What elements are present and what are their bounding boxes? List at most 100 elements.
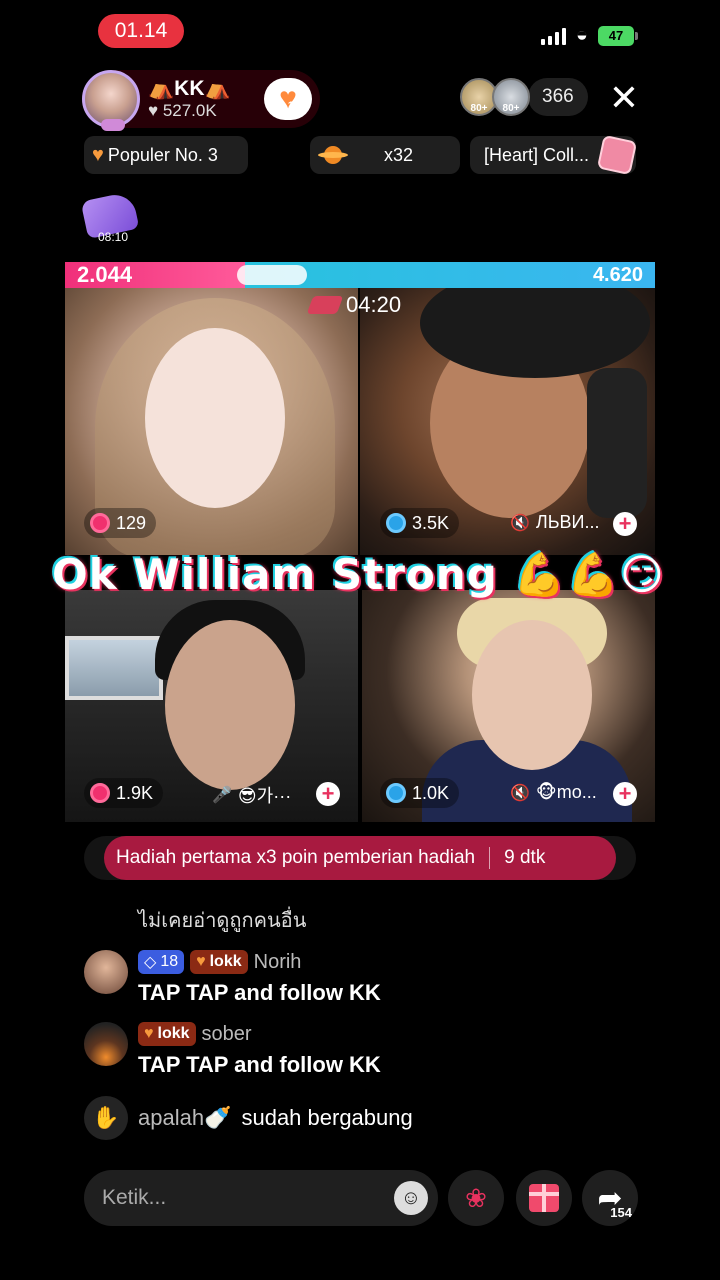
video-face [165,620,295,790]
avatar-frame-icon [101,119,125,131]
banner-text: Hadiah pertama x3 poin pemberian hadiah [116,847,476,868]
tile-3-score: 1.9K [84,778,164,808]
tile-score-value: 129 [116,512,147,533]
signal-icon [540,27,566,45]
join-username[interactable]: apalah🍼 [138,1105,231,1131]
chat-header: ♥ lokk sober [138,1022,381,1046]
gift-button[interactable] [516,1170,572,1226]
treasure-timer-text: 08:10 [98,230,129,244]
video-face [472,620,592,770]
tile-1-score: 129 [84,508,157,538]
mute-icon: 🔇 [510,514,530,532]
wave-icon[interactable]: ✋ [84,1096,128,1140]
viewer-avatar[interactable]: 80+ [492,78,530,116]
chat-header: ◇ 18 ♥ lokk Norih [138,950,381,974]
fan-badge: ♥ lokk [190,950,248,974]
tile-score-value: 1.9K [116,782,154,803]
comment-placeholder: Ketik... [102,1186,167,1209]
multiplier-chip[interactable]: x32 [310,136,460,174]
chat-text: TAP TAP and follow KK [138,980,381,1005]
mute-icon: 🔇 [510,784,530,802]
host-profile[interactable]: ⛺️KK⛺️ ♥ 527.0K ♥ 15 [82,70,320,131]
collection-chip[interactable]: [Heart] Coll... [470,134,638,176]
tile-3-name[interactable]: 🎤 😎가··· [212,782,291,808]
wifi-icon: ◒ [575,24,588,46]
rose-icon: ❀ [465,1182,487,1213]
chat-username[interactable]: sober [202,1023,252,1046]
alarm-icon [90,513,110,533]
heart-icon: ♥ [144,1025,154,1042]
follow-guest-4-button[interactable]: + [613,782,637,806]
tile-2-score: 3.5K [380,508,460,538]
follow-count: 15 [287,100,300,112]
status-icons: ◒ 47 [540,24,638,47]
diamond-icon: ◇ [144,954,157,971]
banner-countdown: 9 dtk [504,847,546,868]
gift-box-icon [596,134,638,176]
treasure-timer[interactable]: 08:10 [80,191,140,246]
tile-2-name[interactable]: 🔇 ЛЬВИ... [510,512,600,533]
join-notice: ✋ apalah🍼 sudah bergabung [84,1096,413,1140]
follow-guest-3-button[interactable]: + [316,782,340,806]
video-microphone [587,368,647,518]
top-viewers[interactable]: 80+ 80+ 366 [460,78,588,116]
battery-icon: 47 [598,25,638,46]
emoji-icon[interactable]: ☺ [394,1181,428,1215]
chat-avatar[interactable] [84,950,128,994]
host-avatar[interactable] [82,70,140,131]
status-time: 01.14 [98,14,184,48]
battery-level: 47 [608,28,624,43]
chat-text: TAP TAP and follow KK [138,1052,381,1077]
viewer-badge: 80+ [470,103,488,114]
popular-rank-chip[interactable]: ♥ Populer No. 3 [84,136,248,174]
planet-icon [318,144,348,166]
alarm-icon [90,783,110,803]
close-button[interactable]: ✕ [606,80,642,116]
follow-guest-2-button[interactable]: + [613,512,637,536]
fan-badge-text: lokk [209,953,242,970]
battle-timer-text: 04:20 [346,292,402,317]
alarm-icon [386,783,406,803]
chat-avatar[interactable] [84,1022,128,1066]
tile-4-name[interactable]: 🔇 🐵mo... [510,782,597,803]
follow-button[interactable]: ♥ 15 [264,78,312,120]
chat-message[interactable]: ◇ 18 ♥ lokk Norih TAP TAP and follow KK [84,950,381,1006]
multiplier-label: x32 [384,144,414,165]
join-text: sudah bergabung [241,1105,413,1130]
banner-divider [489,847,491,869]
share-count: 154 [610,1205,632,1220]
tile-4-score: 1.0K [380,778,460,808]
tile-score-value: 1.0K [412,782,450,803]
host-likes: ♥ 527.0K [148,101,217,120]
chat-body: ◇ 18 ♥ lokk Norih TAP TAP and follow KK [138,950,381,1006]
chat-username[interactable]: Norih [254,951,302,974]
collection-label: [Heart] Coll... [484,144,590,165]
chat-body: ♥ lokk sober TAP TAP and follow KK [138,1022,381,1078]
tile-score-value: 3.5K [412,512,450,533]
host-name: ⛺️KK⛺️ [148,77,231,100]
battle-score-left: 2.044 [77,262,133,287]
level-value: 18 [160,953,179,970]
tile-name-text: ЛЬВИ... [535,512,600,532]
viewer-badge: 80+ [502,103,520,114]
host-info: ⛺️KK⛺️ ♥ 527.0K [148,77,231,121]
tile-name-text: 🐵mo... [535,782,597,802]
viewer-count[interactable]: 366 [528,78,588,116]
level-badge: ◇ 18 [138,950,185,974]
heart-icon: ♥ [92,143,104,166]
gift-bonus-banner[interactable]: Hadiah pertama x3 poin pemberian hadiah … [104,836,616,880]
share-button[interactable]: ➦ 154 [582,1170,638,1226]
gift-icon [529,1184,559,1212]
chat-message[interactable]: ♥ lokk sober TAP TAP and follow KK [84,1022,381,1078]
boxing-gloves-icon [306,296,344,314]
video-face [145,328,285,508]
battle-score-bar: 2.044 4.620 [65,262,655,288]
fan-badge: ♥ lokk [138,1022,196,1046]
chat-line: ไม่เคยอ่าดูถูกคนอื่น [138,908,307,932]
overlay-caption: Ok William Strong 💪💪😏 [52,550,665,599]
comment-input[interactable]: Ketik... ☺ [84,1170,438,1226]
alarm-icon [386,513,406,533]
video-window [65,636,163,700]
rose-gift-button[interactable]: ❀ [448,1170,504,1226]
battle-score-right: 4.620 [592,264,643,286]
